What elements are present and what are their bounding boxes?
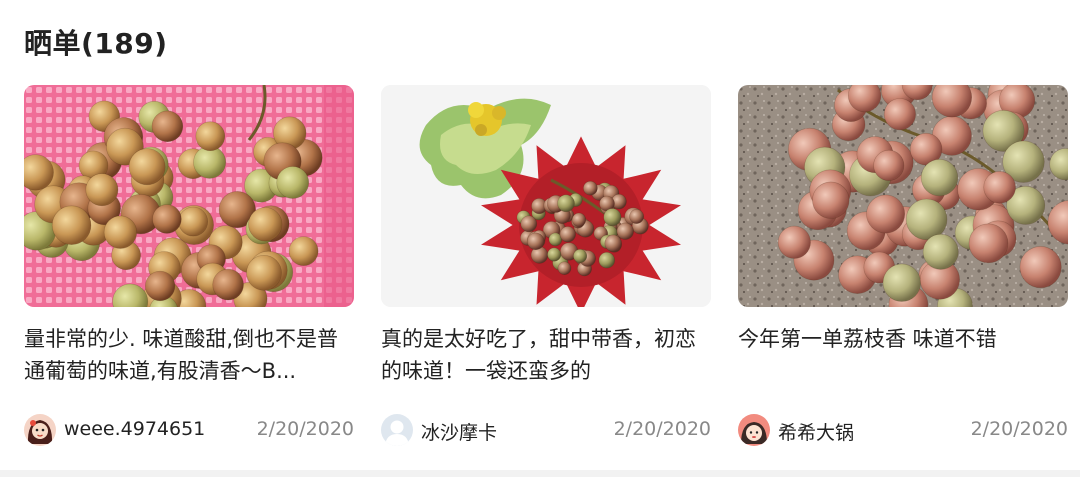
user-avatar-icon[interactable] xyxy=(24,414,56,446)
username[interactable]: 希希大锅 xyxy=(778,418,854,445)
review-meta: 冰沙摩卡 2/20/2020 xyxy=(381,412,711,448)
review-text: 量非常的少. 味道酸甜,倒也不是普通葡萄的味道,有股清香～B... xyxy=(24,327,339,383)
username[interactable]: 冰沙摩卡 xyxy=(421,418,497,445)
review-card[interactable]: 量非常的少. 味道酸甜,倒也不是普通葡萄的味道,有股清香～B... weee.4… xyxy=(24,85,354,446)
review-card[interactable]: 真的是太好吃了，甜中带香，初恋的味道！一袋还蛮多的 冰沙摩卡 2/20/2020 xyxy=(381,85,711,446)
review-meta: weee.4974651 2/20/2020 xyxy=(24,412,354,448)
user-avatar-icon[interactable] xyxy=(381,414,413,446)
review-date: 2/20/2020 xyxy=(970,418,1068,440)
review-photo[interactable] xyxy=(24,85,354,307)
review-text: 真的是太好吃了，甜中带香，初恋的味道！一袋还蛮多的 xyxy=(381,327,696,383)
review-card[interactable]: 今年第一单荔枝香 味道不错 希希大锅 2/20/2020 xyxy=(738,85,1068,446)
username[interactable]: weee.4974651 xyxy=(64,418,205,440)
section-title: 晒单(189) xyxy=(24,27,168,60)
section-divider xyxy=(0,470,1080,477)
review-photo[interactable] xyxy=(738,85,1068,307)
review-meta: 希希大锅 2/20/2020 xyxy=(738,412,1068,448)
user-avatar-icon[interactable] xyxy=(738,414,770,446)
review-photo[interactable] xyxy=(381,85,711,307)
review-date: 2/20/2020 xyxy=(256,418,354,440)
review-date: 2/20/2020 xyxy=(613,418,711,440)
review-text: 今年第一单荔枝香 味道不错 xyxy=(738,327,997,351)
